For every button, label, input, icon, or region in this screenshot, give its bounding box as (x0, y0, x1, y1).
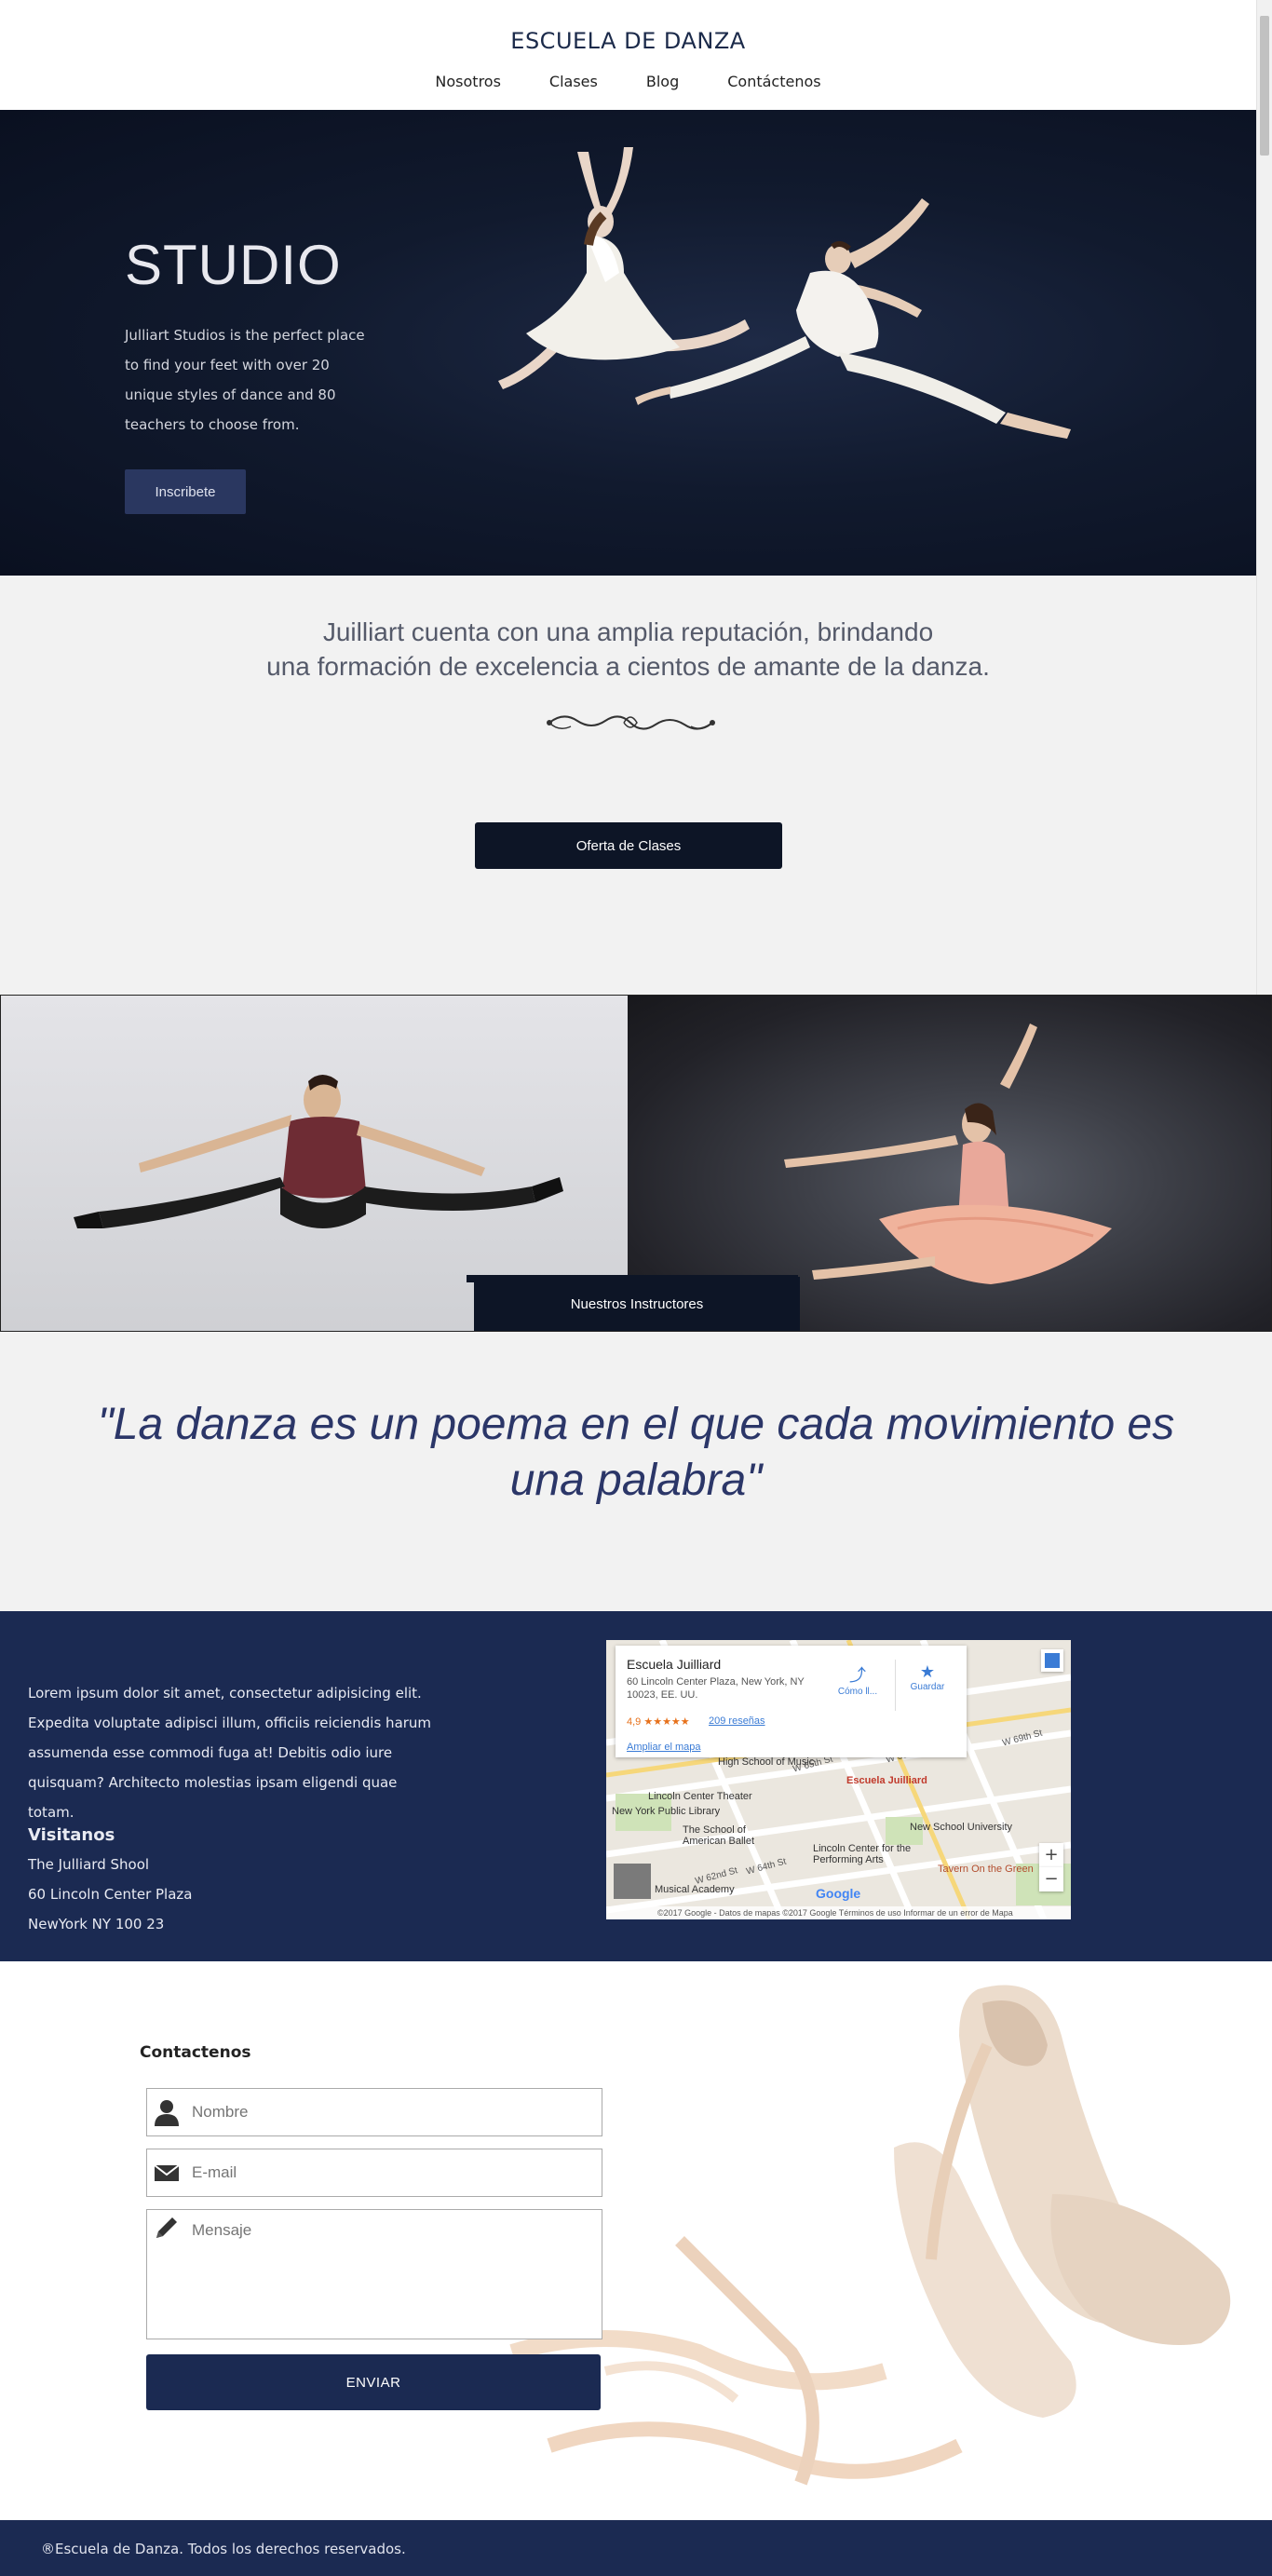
scrollbar-thumb[interactable] (1260, 16, 1269, 156)
inscribete-button[interactable]: Inscribete (125, 469, 246, 514)
ballet-shoes-image (509, 1985, 1231, 2486)
dancers-image (498, 147, 1071, 439)
map-rating: 4,9 ★★★★★ (627, 1716, 690, 1728)
location-map[interactable]: High School of Music Escuela Juilliard L… (606, 1640, 1071, 1919)
map-label-school-american-ballet: The School of American Ballet (683, 1824, 755, 1847)
reputation-line-1: Juilliart cuenta con una amplia reputaci… (322, 617, 934, 646)
copyright-text: ®Escuela de Danza. Todos los derechos re… (41, 2541, 406, 2557)
info-text: Lorem ipsum dolor sit amet, consectetur … (28, 1685, 432, 1821)
user-icon (155, 2100, 179, 2126)
map-zoom-in-button[interactable]: + (1039, 1843, 1063, 1867)
contact-section: Contactenos ENVIAR (0, 1961, 1272, 2520)
mail-icon (154, 2164, 180, 2181)
map-place-title: Escuela Juilliard (627, 1657, 722, 1672)
flourish-ornament (547, 715, 715, 730)
info-section: Lorem ipsum dolor sit amet, consectetur … (0, 1611, 1272, 1961)
pegman-icon (1045, 1653, 1060, 1668)
directions-icon: ⤴ (849, 1666, 866, 1685)
map-label-lincoln-theater: Lincoln Center Theater (648, 1791, 752, 1802)
map-enlarge-link[interactable]: Ampliar el mapa (627, 1742, 700, 1753)
map-street-view-button[interactable] (1041, 1649, 1063, 1672)
address-line-2: 60 Lincoln Center Plaza (28, 1886, 193, 1903)
map-save-button[interactable]: ★ Guardar (900, 1662, 955, 1692)
google-logo: Google (816, 1886, 861, 1901)
nuestros-instructores-button[interactable]: Nuestros Instructores (474, 1277, 800, 1331)
map-directions-label: Cómo ll... (837, 1687, 878, 1697)
quote-section: "La danza es un poema en el que cada mov… (0, 1332, 1272, 1611)
main-nav: Nosotros Clases Blog Contáctenos (0, 73, 1256, 90)
send-button[interactable]: ENVIAR (146, 2354, 601, 2410)
map-place-address: 60 Lincoln Center Plaza, New York, NY 10… (627, 1676, 805, 1701)
pencil-icon (156, 2217, 177, 2238)
address-line-3: NewYork NY 100 23 (28, 1916, 165, 1932)
oferta-de-clases-button[interactable]: Oferta de Clases (475, 822, 782, 869)
hero-title: STUDIO (125, 234, 342, 296)
email-input[interactable] (192, 2149, 592, 2196)
map-card-divider (895, 1660, 896, 1711)
name-input[interactable] (192, 2089, 592, 2135)
map-save-label: Guardar (910, 1682, 945, 1692)
message-field (146, 2209, 602, 2339)
map-attribution[interactable]: ©2017 Google - Datos de mapas ©2017 Goog… (606, 1906, 1071, 1919)
nav-item-contactenos[interactable]: Contáctenos (703, 73, 845, 90)
star-icon: ★ (919, 1662, 936, 1681)
map-label-nypl: New York Public Library (612, 1806, 721, 1817)
instructors-gallery: Nuestros Instructores (0, 995, 1272, 1332)
map-label-juilliard: Escuela Juilliard (846, 1775, 927, 1786)
address-line-1: The Julliard Shool (28, 1856, 150, 1873)
map-label-new-school: New School University (910, 1822, 1013, 1833)
reputation-text: Juilliart cuenta con una amplia reputaci… (0, 615, 1256, 684)
site-brand[interactable]: ESCUELA DE DANZA (0, 28, 1256, 54)
map-directions-button[interactable]: ⤴ Cómo ll... (830, 1662, 886, 1697)
hero-description: Julliart Studios is the perfect place to… (125, 327, 365, 433)
name-field (146, 2088, 602, 2136)
email-field (146, 2149, 602, 2197)
nav-item-blog[interactable]: Blog (622, 73, 703, 90)
nav-item-clases[interactable]: Clases (525, 73, 622, 90)
reputation-section: Juilliart cuenta con una amplia reputaci… (0, 576, 1256, 995)
message-input[interactable] (192, 2221, 592, 2333)
map-label-tavern: Tavern On the Green (938, 1864, 1034, 1875)
visit-heading: Visitanos (28, 1825, 115, 1845)
contact-heading: Contactenos (140, 2043, 251, 2062)
nav-item-nosotros[interactable]: Nosotros (411, 73, 525, 90)
map-reviews-link[interactable]: 209 reseñas (709, 1715, 765, 1727)
map-zoom-out-button[interactable]: − (1039, 1867, 1063, 1891)
dance-quote: "La danza es un poema en el que cada mov… (97, 1400, 1175, 1505)
hero-section: STUDIO Julliart Studios is the perfect p… (0, 110, 1256, 576)
site-footer: ®Escuela de Danza. Todos los derechos re… (0, 2520, 1272, 2576)
map-label-musical-academy: Musical Academy (655, 1884, 735, 1895)
site-header: ESCUELA DE DANZA Nosotros Clases Blog Co… (0, 0, 1256, 110)
map-label-lincoln-center: Lincoln Center for the Performing Arts (813, 1843, 912, 1865)
reputation-line-2: una formación de excelencia a cientos de… (266, 652, 990, 681)
visit-address: The Julliard Shool 60 Lincoln Center Pla… (28, 1850, 192, 1939)
map-place-card: Escuela Juilliard 60 Lincoln Center Plaz… (616, 1646, 967, 1757)
